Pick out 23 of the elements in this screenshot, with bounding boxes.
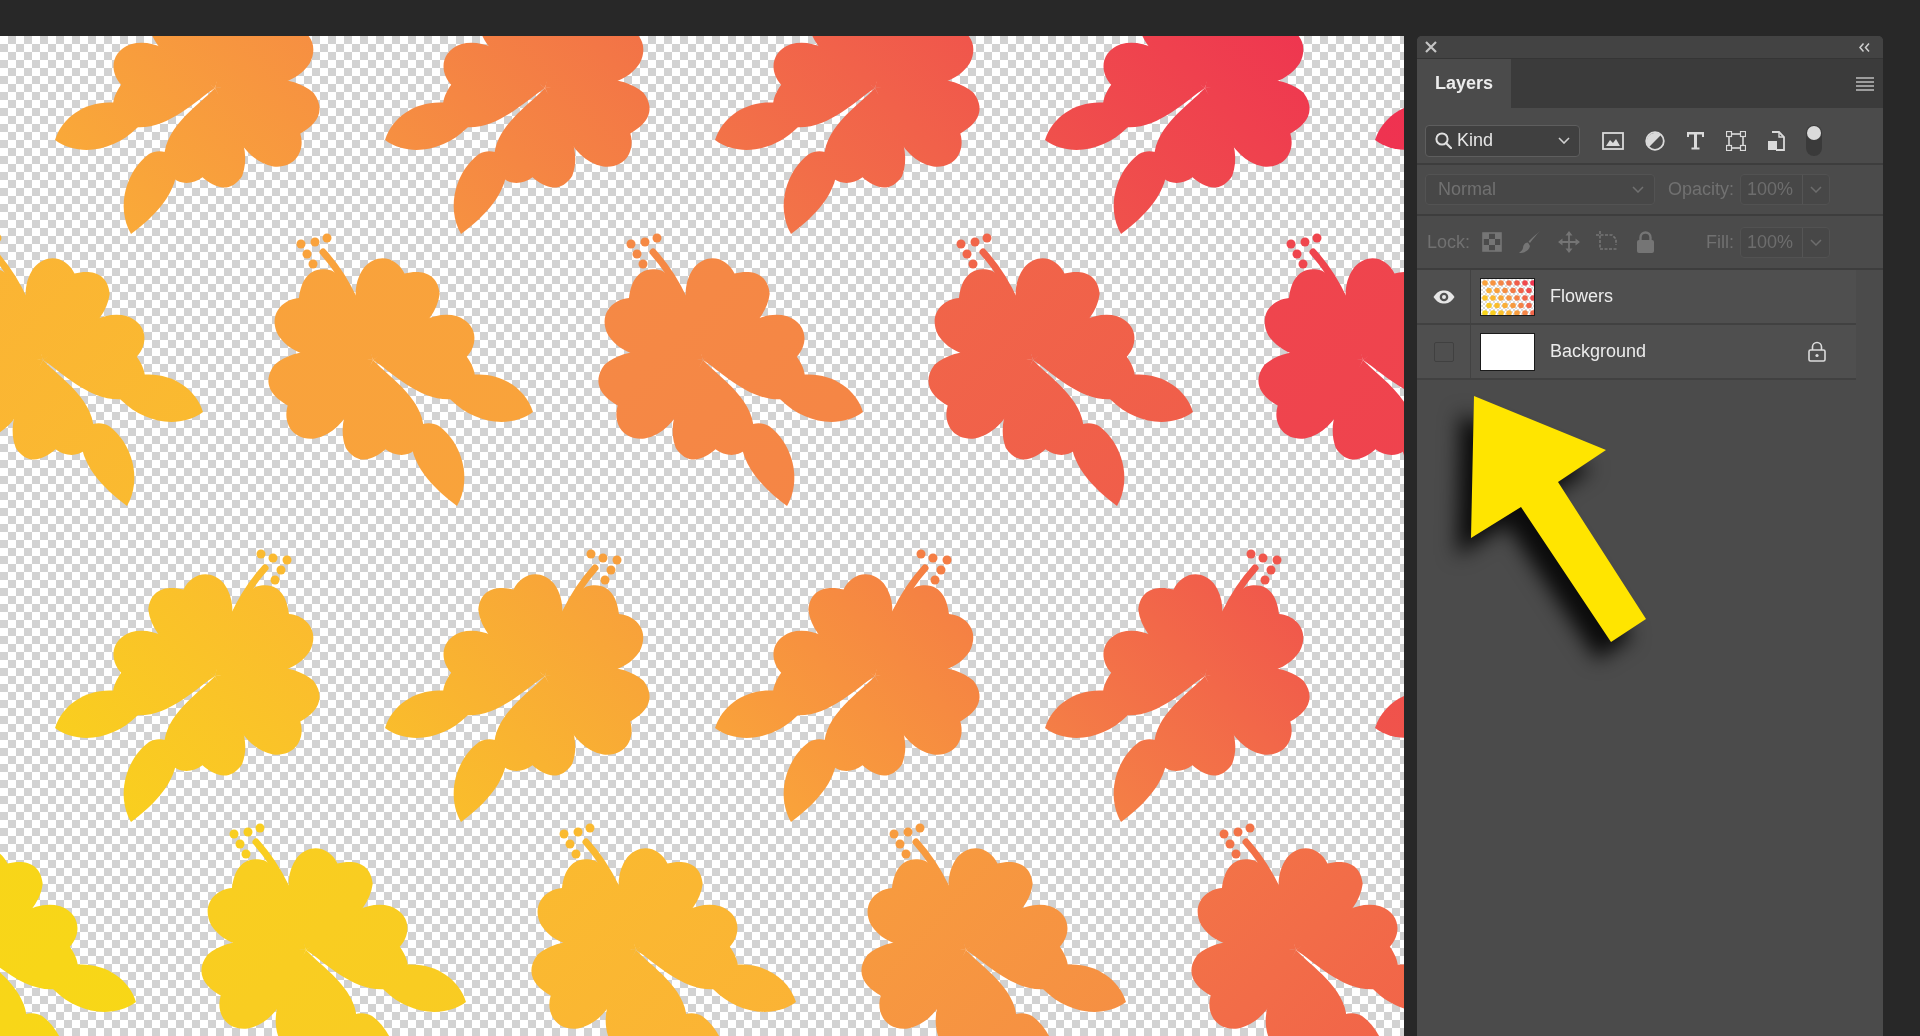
kind-filter-dropdown[interactable]: Kind <box>1425 124 1580 157</box>
close-icon[interactable] <box>1425 41 1437 53</box>
contrast-icon[interactable] <box>1645 130 1665 151</box>
panel-tab[interactable]: Layers <box>1417 59 1511 108</box>
double-chevron-icon[interactable] <box>1859 42 1870 52</box>
padlock-icon[interactable] <box>1808 341 1826 362</box>
document-icon[interactable] <box>1767 130 1785 151</box>
layer-name: Flowers <box>1550 286 1613 307</box>
flower-thumbnail-drawing <box>1480 277 1535 316</box>
menu-icon[interactable] <box>1856 76 1874 91</box>
eye-icon[interactable] <box>1432 289 1455 304</box>
shape-icon[interactable] <box>1726 130 1746 151</box>
blank-thumbnail <box>1480 332 1535 371</box>
search-icon <box>1435 132 1452 149</box>
image-icon[interactable] <box>1602 131 1624 150</box>
layer-name: Background <box>1550 341 1647 362</box>
layer-row[interactable]: Background <box>1417 325 1856 380</box>
chevron-down-icon <box>1632 186 1644 193</box>
layer-row[interactable]: Flowers <box>1417 270 1856 325</box>
filter-toggle[interactable] <box>1806 125 1822 156</box>
text-icon[interactable] <box>1686 131 1705 150</box>
chevron-down-icon <box>1558 137 1570 144</box>
checkerboard-icon[interactable] <box>1482 232 1503 252</box>
